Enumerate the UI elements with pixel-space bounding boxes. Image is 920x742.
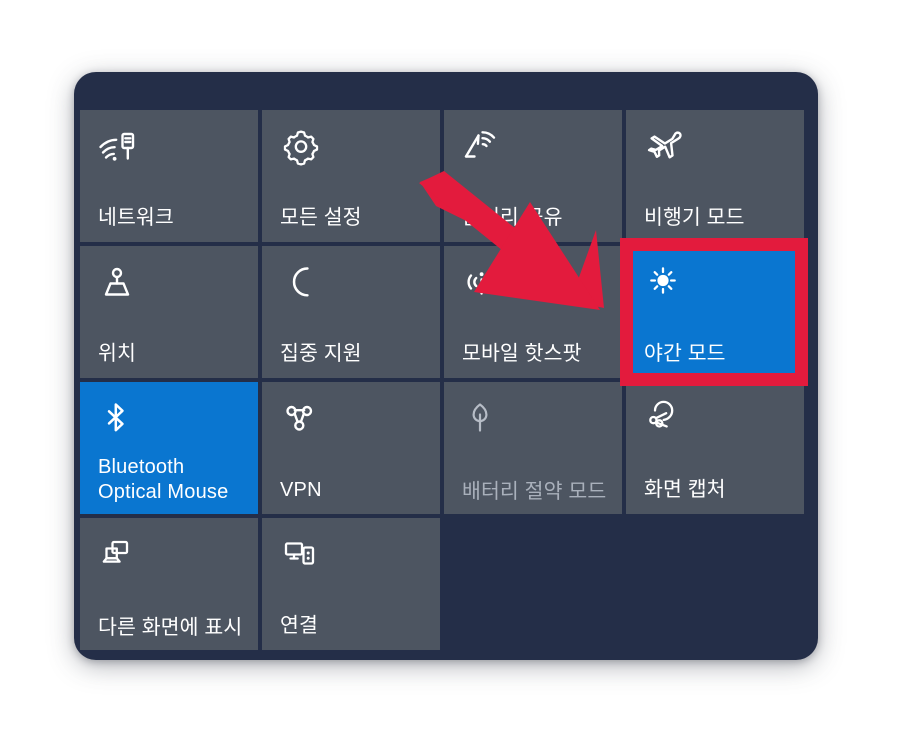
bluetooth-line-1: Bluetooth <box>98 456 185 479</box>
quick-action-label: 화면 캡처 <box>644 478 726 502</box>
quick-action-tile-screen-snip[interactable]: 화면 캡처 <box>626 382 804 514</box>
quick-action-tile-focus-assist[interactable]: 집중 지원 <box>262 246 440 378</box>
quick-action-label: 근거리 공유 <box>462 206 563 230</box>
location-icon <box>98 262 140 302</box>
quick-action-label: 배터리 절약 모드 <box>462 480 607 504</box>
quick-action-tile-nearby-share[interactable]: 근거리 공유 <box>444 110 622 242</box>
quick-action-tile-airplane-mode[interactable]: 비행기 모드 <box>626 110 804 242</box>
quick-action-tile-network[interactable]: 네트워크 <box>80 110 258 242</box>
quick-action-label: Bluetooth Optical Mouse <box>98 455 248 504</box>
quick-action-label: 위치 <box>98 342 136 366</box>
gear-icon <box>280 126 322 166</box>
quick-action-tile-battery-saver[interactable]: 배터리 절약 모드 <box>444 382 622 514</box>
quick-action-label: 연결 <box>280 614 318 638</box>
nearby-share-icon <box>462 126 504 166</box>
mobile-hotspot-icon <box>462 262 504 302</box>
project-display-icon <box>98 534 140 574</box>
quick-action-tile-night-light[interactable]: 야간 모드 <box>626 246 804 378</box>
quick-actions-grid: 네트워크 모든 설정 근거리 공유 비행기 모드 위치 집중 지원 모바일 핫스… <box>80 110 812 654</box>
quick-action-label: 야간 모드 <box>644 342 726 366</box>
quick-action-label: 모바일 핫스팟 <box>462 342 582 366</box>
network-wifi-icon <box>98 126 140 166</box>
airplane-icon <box>644 126 686 166</box>
quick-action-label: 집중 지원 <box>280 342 362 366</box>
vpn-icon <box>280 398 322 438</box>
bluetooth-line-2: Optical Mouse <box>98 480 229 503</box>
battery-saver-leaf-icon <box>462 398 504 438</box>
bluetooth-icon <box>98 398 140 438</box>
sun-icon <box>644 262 686 302</box>
quick-action-label: 모든 설정 <box>280 206 362 230</box>
quick-action-label: 네트워크 <box>98 206 174 230</box>
quick-action-tile-empty-1 <box>444 518 622 650</box>
action-center-panel: 네트워크 모든 설정 근거리 공유 비행기 모드 위치 집중 지원 모바일 핫스… <box>74 72 818 660</box>
screen-snip-icon <box>644 398 686 438</box>
connect-device-icon <box>280 534 322 574</box>
quick-action-tile-bluetooth[interactable]: Bluetooth Optical Mouse <box>80 382 258 514</box>
quick-action-tile-empty-2 <box>626 518 804 650</box>
quick-action-tile-project[interactable]: 다른 화면에 표시 <box>80 518 258 650</box>
moon-icon <box>280 262 322 302</box>
quick-action-label: 비행기 모드 <box>644 206 745 230</box>
quick-action-tile-vpn[interactable]: VPN <box>262 382 440 514</box>
quick-action-tile-connect[interactable]: 연결 <box>262 518 440 650</box>
quick-action-tile-location[interactable]: 위치 <box>80 246 258 378</box>
quick-action-label: 다른 화면에 표시 <box>98 616 243 640</box>
quick-action-tile-all-settings[interactable]: 모든 설정 <box>262 110 440 242</box>
screenshot-stage: 네트워크 모든 설정 근거리 공유 비행기 모드 위치 집중 지원 모바일 핫스… <box>0 0 920 742</box>
quick-action-label: VPN <box>280 478 322 501</box>
quick-action-tile-mobile-hotspot[interactable]: 모바일 핫스팟 <box>444 246 622 378</box>
action-center-panel-inner: 네트워크 모든 설정 근거리 공유 비행기 모드 위치 집중 지원 모바일 핫스… <box>74 72 818 660</box>
